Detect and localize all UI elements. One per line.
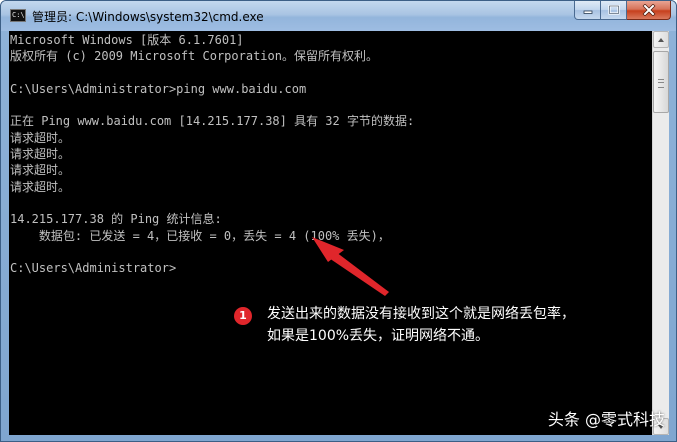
scroll-up-button[interactable]: [653, 31, 669, 48]
title-bar[interactable]: C:\ 管理员: C:\Windows\system32\cmd.exe: [1, 1, 676, 31]
annotation-line: 如果是100%丢失，证明网络不通。: [267, 328, 490, 344]
console-line: 版权所有 (c) 2009 Microsoft Corporation。保留所有…: [10, 49, 378, 64]
console-text: Microsoft Windows [版本 6.1.7601] 版权所有 (c) …: [10, 32, 414, 276]
maximize-icon: [607, 5, 620, 15]
console-line: 数据包: 已发送 = 4，已接收 = 0，丢失 = 4 (100% 丢失)，: [10, 228, 390, 243]
console-output[interactable]: Microsoft Windows [版本 6.1.7601] 版权所有 (c) …: [9, 31, 652, 435]
console-line: C:\Users\Administrator>: [10, 261, 177, 276]
close-icon: [642, 4, 655, 16]
vertical-scrollbar[interactable]: [652, 31, 669, 435]
watermark: 头条 @零式科技: [547, 410, 665, 429]
console-line: C:\Users\Administrator>ping www.baidu.co…: [10, 81, 307, 96]
console-line: 14.215.177.38 的 Ping 统计信息:: [10, 212, 222, 227]
scrollbar-thumb[interactable]: [653, 51, 669, 113]
window-title: 管理员: C:\Windows\system32\cmd.exe: [32, 10, 264, 24]
cmd-app-icon[interactable]: C:\: [10, 9, 26, 22]
minimize-icon: [583, 10, 592, 14]
annotation-line: 发送出来的数据没有接收到这个就是网络丢包率，: [267, 306, 575, 322]
close-button[interactable]: [627, 1, 671, 20]
console-line: 请求超时。: [10, 130, 71, 145]
minimize-button[interactable]: [574, 1, 601, 20]
console-line: 正在 Ping www.baidu.com [14.215.177.38] 具有…: [10, 114, 415, 129]
arrow-up-icon: [658, 38, 664, 42]
grip-icon: [658, 79, 664, 88]
console-line: 请求超时。: [10, 163, 71, 178]
console-line: 请求超时。: [10, 147, 71, 162]
annotation-text: 发送出来的数据没有接收到这个就是网络丢包率， 如果是100%丢失，证明网络不通。: [267, 303, 575, 347]
window-controls: [574, 1, 671, 21]
cmd-window: C:\ 管理员: C:\Windows\system32\cmd.exe Mic…: [0, 0, 677, 442]
console-line: 请求超时。: [10, 179, 71, 194]
maximize-button[interactable]: [601, 1, 627, 20]
console-line: Microsoft Windows [版本 6.1.7601]: [10, 33, 244, 47]
annotation-number-badge: 1: [234, 307, 252, 325]
